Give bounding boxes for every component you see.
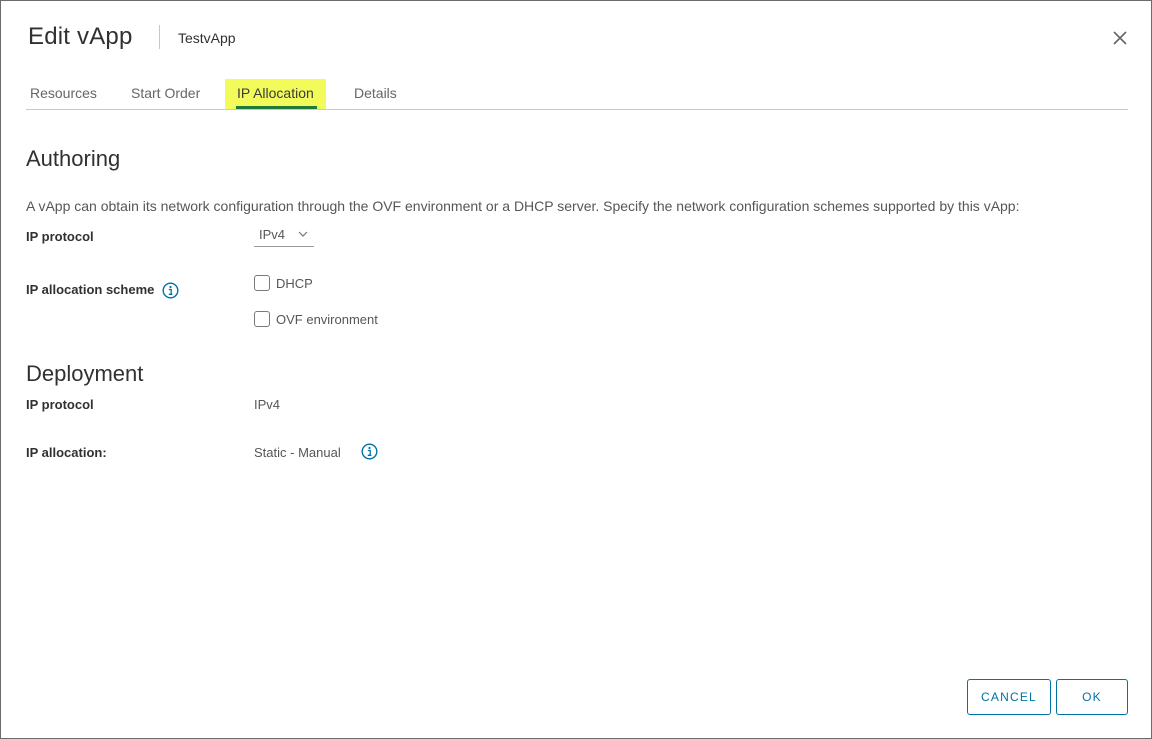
ip-protocol-selected-value: IPv4 (259, 227, 286, 242)
ovf-environment-option: OVF environment (254, 310, 378, 328)
deployment-title: Deployment (26, 361, 144, 386)
tab-resources[interactable]: Resources (30, 79, 97, 109)
ip-allocation-scheme-label: IP allocation scheme (26, 282, 155, 297)
authoring-description: A vApp can obtain its network configurat… (26, 198, 1020, 214)
info-icon[interactable] (162, 282, 179, 299)
deployment-ip-protocol-value: IPv4 (254, 397, 281, 412)
dhcp-label: DHCP (276, 275, 313, 291)
deployment-ip-protocol-label: IP protocol (26, 397, 94, 412)
dialog-subtitle: TestvApp (178, 30, 236, 46)
ovf-environment-checkbox[interactable] (254, 311, 270, 327)
cancel-button[interactable]: CANCEL (967, 679, 1051, 715)
authoring-title: Authoring (26, 146, 121, 171)
ok-button[interactable]: OK (1056, 679, 1128, 715)
close-icon (1113, 31, 1127, 45)
dhcp-checkbox[interactable] (254, 275, 270, 291)
tab-start-order[interactable]: Start Order (131, 79, 200, 109)
dialog-title: Edit vApp (28, 23, 133, 50)
tab-bar: Resources Start Order IP Allocation Deta… (26, 79, 1128, 110)
ovf-environment-label: OVF environment (276, 311, 378, 327)
ip-protocol-select[interactable]: IPv4 (254, 225, 314, 247)
deployment-ip-allocation-label: IP allocation: (26, 445, 107, 460)
close-button[interactable] (1109, 27, 1131, 49)
info-icon[interactable] (361, 443, 378, 460)
title-divider (159, 25, 160, 49)
tab-details[interactable]: Details (354, 79, 397, 109)
dhcp-option: DHCP (254, 274, 313, 292)
ip-protocol-label: IP protocol (26, 229, 94, 244)
deployment-ip-allocation-value: Static - Manual (254, 445, 341, 460)
chevron-down-icon (298, 231, 308, 237)
edit-vapp-dialog: Edit vApp TestvApp Resources Start Order… (0, 0, 1152, 739)
tab-ip-allocation[interactable]: IP Allocation (225, 79, 326, 109)
